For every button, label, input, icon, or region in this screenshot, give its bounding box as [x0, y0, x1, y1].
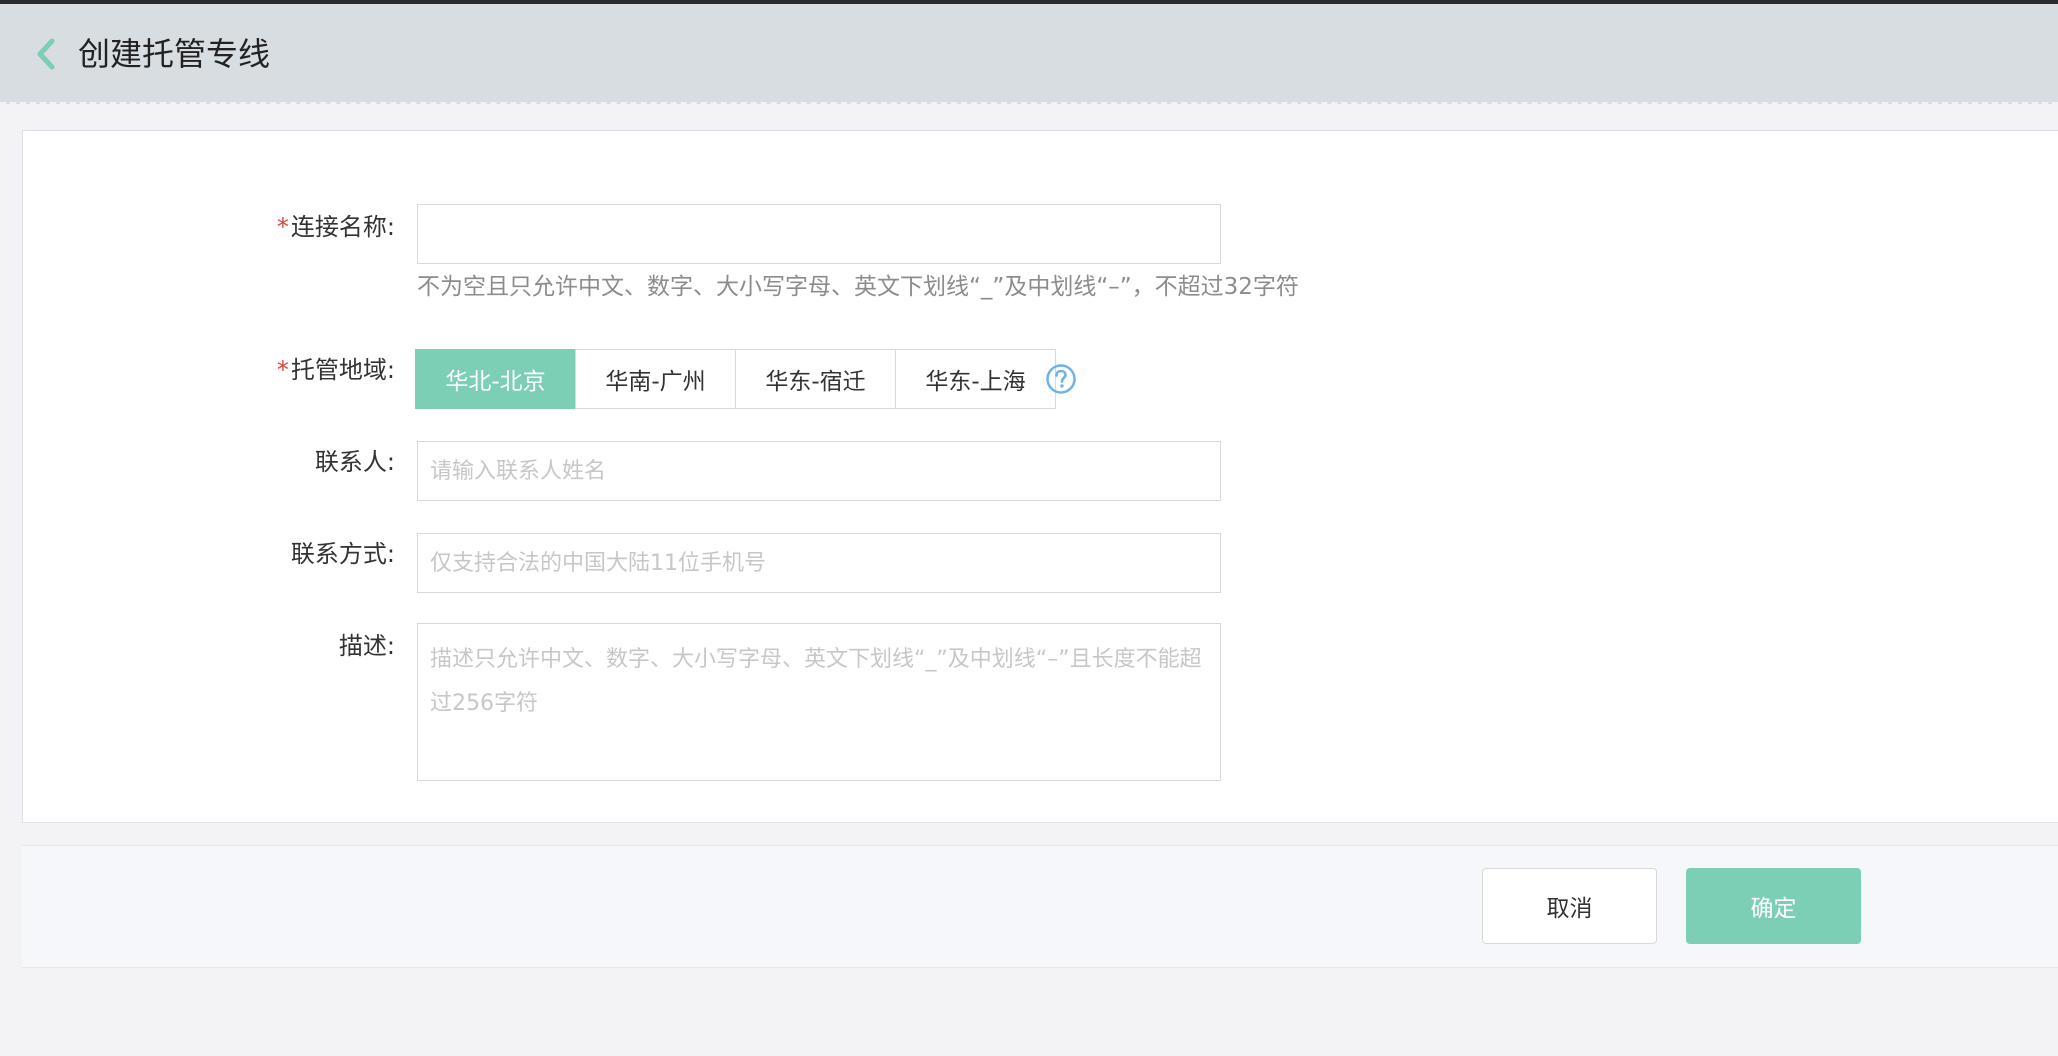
region-selector: 华北-北京 华南-广州 华东-宿迁 华东-上海 — [415, 349, 1056, 409]
required-mark: * — [276, 213, 289, 241]
name-hint: 不为空且只允许中文、数字、大小写字母、英文下划线“_”及中划线“–”，不超过32… — [417, 274, 1299, 300]
region-label-row: *托管地域: — [277, 355, 395, 385]
required-mark: * — [276, 356, 289, 384]
cancel-button[interactable]: 取消 — [1482, 868, 1657, 944]
name-label-row: *连接名称: — [277, 212, 395, 242]
contact-input[interactable] — [417, 441, 1221, 501]
description-label: 描述: — [338, 632, 395, 660]
contact-label: 联系人: — [314, 448, 395, 476]
region-label: 托管地域: — [290, 356, 395, 384]
page-header: 创建托管专线 — [0, 4, 2058, 104]
name-input[interactable] — [417, 204, 1221, 264]
chevron-left-icon[interactable] — [34, 36, 60, 72]
description-textarea[interactable] — [417, 623, 1221, 781]
page-title: 创建托管专线 — [78, 35, 271, 73]
question-circle-icon[interactable] — [1045, 363, 1077, 395]
form-card: *连接名称: 不为空且只允许中文、数字、大小写字母、英文下划线“_”及中划线“–… — [22, 130, 2058, 823]
region-option-shanghai[interactable]: 华东-上海 — [895, 349, 1056, 409]
phone-input[interactable] — [417, 533, 1221, 593]
region-option-beijing[interactable]: 华北-北京 — [415, 349, 576, 409]
action-footer: 取消 确定 — [22, 845, 2058, 968]
region-option-guangzhou[interactable]: 华南-广州 — [575, 349, 736, 409]
phone-label: 联系方式: — [290, 540, 395, 568]
name-label: 连接名称: — [290, 213, 395, 241]
confirm-button[interactable]: 确定 — [1686, 868, 1861, 944]
region-option-suqian[interactable]: 华东-宿迁 — [735, 349, 896, 409]
